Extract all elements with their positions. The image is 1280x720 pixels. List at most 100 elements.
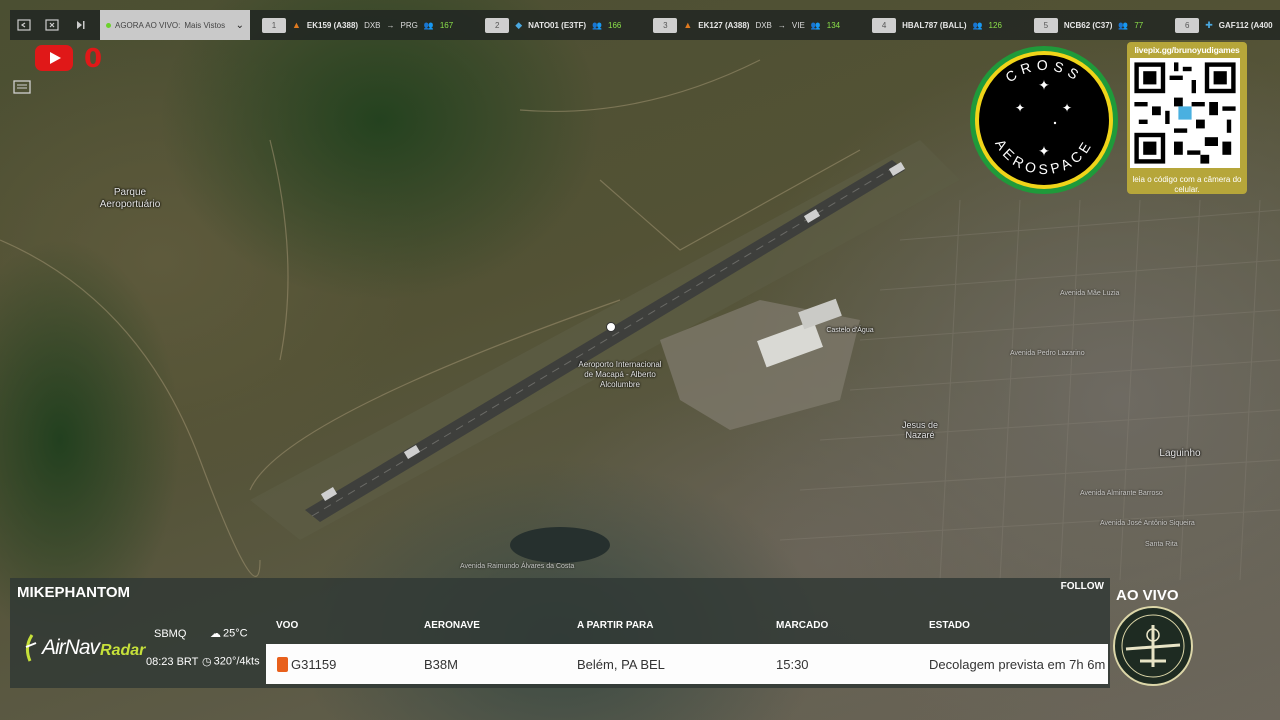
plane-icon: ◆ (515, 19, 523, 30)
flight-to: VIE (791, 20, 805, 30)
flight-to: PRG (400, 20, 418, 30)
viewers-icon: 👥 (810, 20, 821, 30)
viewers-icon: 👥 (972, 20, 983, 30)
live-label: AGORA AO VIVO: (115, 20, 181, 30)
youtube-count: 0 (84, 44, 103, 74)
wind-compass-icon: ◷ (202, 656, 212, 668)
wind: 320°/4kts (213, 655, 260, 668)
svg-text:✦: ✦ (1038, 77, 1050, 93)
qr-code-icon (1130, 58, 1240, 168)
channel-badge-logo (1113, 606, 1193, 686)
temperature: 25°C (223, 627, 248, 640)
flight-from: DXB (364, 20, 381, 30)
flight-viewers: 126 (988, 20, 1002, 30)
flight-item-1[interactable]: 1 ▲ EK159 (A388) DXB → PRG 👥 167 (262, 10, 453, 40)
flight-rank: 2 (485, 17, 510, 33)
flight-callsign: NCB62 (C37) (1063, 20, 1113, 30)
viewers-icon: 👥 (423, 20, 434, 30)
map-label-airport: Aeroporto Internacional de Macapá - Albe… (578, 360, 662, 389)
map-label-santa-rita: Santa Rita (1145, 541, 1178, 548)
cell-voo: G31159 (291, 657, 337, 672)
flight-item-4[interactable]: 4 HBAL787 (BALL) 👥 126 (872, 10, 1002, 40)
cell-estado: Decolagem prevista em 7h 6m (929, 657, 1106, 672)
flight-item-6[interactable]: 6 ✚ GAF112 (A400 (1175, 10, 1273, 40)
flight-callsign: GAF112 (A400 (1218, 20, 1273, 30)
flight-rank: 4 (872, 17, 897, 33)
flight-callsign: EK127 (A388) (698, 20, 750, 30)
close-panel-button[interactable] (38, 10, 66, 40)
list-panel-icon[interactable] (12, 78, 32, 96)
flight-item-5[interactable]: 5 NCB62 (C37) 👥 77 (1033, 10, 1144, 40)
flight-from: DXB (755, 20, 772, 30)
live-dot-icon (106, 22, 111, 28)
cell-marcado: 15:30 (776, 657, 809, 672)
street-label: Avenida José Antônio Siqueira (1100, 520, 1195, 527)
map-label-castelo: Castelo d'Água (826, 327, 874, 334)
svg-text:✦: ✦ (1015, 101, 1025, 115)
qr-caption: leia o código com a câmera do celular. (1132, 175, 1242, 194)
local-time: 08:23 BRT (146, 656, 199, 668)
flight-rank: 1 (262, 17, 286, 33)
skip-next-icon (77, 21, 85, 29)
weather-cloud-icon: ☁ (210, 628, 221, 640)
qr-donation-box[interactable]: livepix.gg/brunoyudigames leia o código … (1127, 42, 1247, 194)
viewers-icon: 👥 (592, 20, 603, 30)
header-estado: ESTADO (929, 620, 970, 631)
top-flight-bar: AGORA AO VIVO: Mais Vistos ⌄ 1 ▲ EK159 (… (10, 10, 1280, 40)
street-label: Avenida Almirante Barroso (1080, 490, 1163, 497)
flight-table-row[interactable]: G31159 B38M Belém, PA BEL 15:30 Decolage… (266, 644, 1108, 684)
map-label-jesus: Jesus de Nazaré (901, 420, 939, 440)
youtube-icon[interactable] (34, 44, 74, 72)
header-marcado: MARCADO (776, 620, 829, 631)
flight-viewers: 77 (1134, 20, 1144, 30)
chevron-down-icon: ⌄ (235, 19, 244, 31)
arrow-right-icon: → (386, 20, 395, 30)
header-aeronave: AERONAVE (424, 620, 480, 631)
flight-callsign: HBAL787 (BALL) (902, 20, 967, 30)
plane-icon: ✚ (1205, 19, 1213, 30)
map-label-parque: Parque Aeroportuário (99, 187, 161, 210)
airline-logo-icon (277, 657, 288, 672)
flight-viewers: 134 (826, 20, 841, 30)
temperature-readout: ☁ 25°C (210, 627, 248, 640)
skip-next-button[interactable] (66, 10, 94, 40)
street-label: Avenida Raimundo Álvares da Costa (460, 563, 575, 570)
flight-callsign: EK159 (A388) (306, 20, 359, 30)
airnav-brand-sub: Radar (100, 642, 146, 659)
plane-icon: ▲ (683, 20, 693, 30)
wind-readout: ◷ 320°/4kts (202, 655, 260, 668)
svg-text:✦: ✦ (1038, 143, 1050, 159)
live-filter-dropdown[interactable]: AGORA AO VIVO: Mais Vistos ⌄ (100, 10, 250, 40)
flight-viewers: 166 (608, 20, 622, 30)
flight-rank: 5 (1033, 17, 1058, 33)
airnav-radar-logo: AirNav Radar (22, 630, 145, 666)
follow-button[interactable]: FOLLOW (1061, 581, 1104, 592)
plane-icon: ▲ (292, 20, 301, 30)
collapse-left-button[interactable] (10, 10, 38, 40)
flight-viewers: 167 (439, 20, 454, 30)
close-box-icon (45, 19, 59, 31)
header-voo: VOO (276, 620, 299, 631)
flight-item-3[interactable]: 3 ▲ EK127 (A388) DXB → VIE 👥 134 (653, 10, 840, 40)
arrow-right-icon: → (777, 20, 786, 30)
streamer-username: MIKEPHANTOM (17, 584, 131, 601)
viewers-icon: 👥 (1118, 20, 1129, 30)
street-label: Avenida Mãe Luzia (1060, 290, 1120, 297)
svg-text:✦: ✦ (1062, 101, 1072, 115)
airnav-brand: AirNav (42, 636, 100, 659)
flight-callsign: NATO01 (E3TF) (528, 20, 587, 30)
header-partir: A PARTIR PARA (577, 620, 654, 631)
cell-aeronave: B38M (424, 657, 458, 672)
airport-code: SBMQ (154, 628, 187, 640)
flight-info-panel: MIKEPHANTOM FOLLOW AirNav Radar SBMQ 08:… (10, 578, 1110, 688)
street-label: Avenida Pedro Lazarino (1010, 350, 1085, 357)
airport-pin-icon (606, 322, 616, 332)
cell-destino: Belém, PA BEL (577, 657, 665, 672)
flight-item-2[interactable]: 2 ◆ NATO01 (E3TF) 👥 166 (485, 10, 621, 40)
flight-rank: 3 (653, 17, 678, 33)
cross-aerospace-logo: CROSS AEROSPACE ✦ ✦ ✦ ✦ (970, 46, 1118, 194)
live-indicator: AO VIVO (1116, 587, 1179, 604)
qr-url: livepix.gg/brunoyudigames (1134, 45, 1240, 55)
collapse-left-icon (17, 19, 31, 31)
airnav-mark-icon (25, 634, 37, 662)
